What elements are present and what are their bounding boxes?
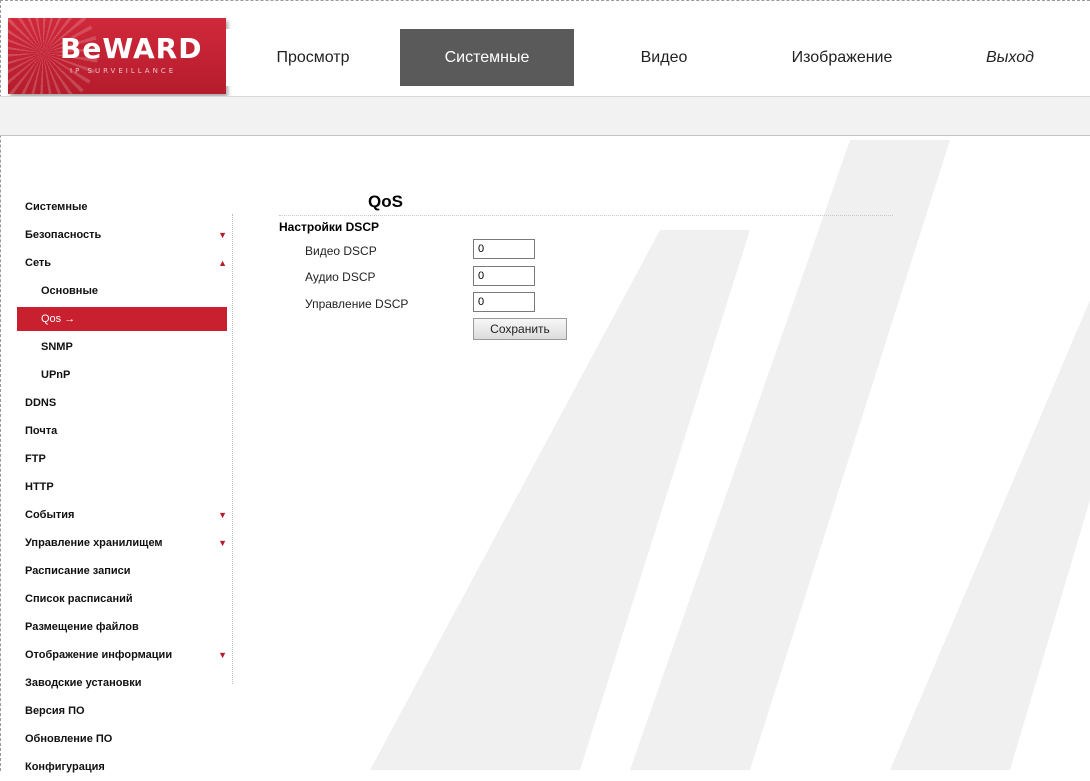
sidebar-item-label: Почта	[25, 425, 58, 437]
collapse-up-icon: ▲	[218, 258, 227, 268]
sidebar-item-label: Управление хранилищем	[25, 537, 163, 549]
expand-down-icon: ▼	[218, 538, 227, 548]
sidebar-item-label: FTP	[25, 453, 46, 465]
sidebar-item-label: Сеть	[25, 257, 52, 269]
sidebar-item-factory-reset[interactable]: Заводские установки	[17, 669, 227, 697]
section-heading: Настройки DSCP	[279, 220, 379, 234]
sidebar-item-label: Безопасность	[25, 229, 102, 241]
sidebar-item-snmp[interactable]: SNMP	[17, 333, 227, 361]
sidebar-item-label: Qos	[41, 313, 62, 325]
sidebar-item-label: Основные	[41, 285, 98, 297]
sidebar-item-label: Расписание записи	[25, 565, 131, 577]
logo-subtitle: IP SURVEILLANCE	[70, 67, 177, 75]
nav-video[interactable]: Видео	[574, 29, 754, 86]
sidebar-item-ftp[interactable]: FTP	[17, 445, 227, 473]
expand-down-icon: ▼	[218, 510, 227, 520]
nav-image[interactable]: Изображение	[754, 29, 930, 86]
sidebar-item-schedule-list[interactable]: Список расписаний	[17, 585, 227, 613]
sidebar-item-qos[interactable]: Qos →	[17, 307, 227, 331]
sidebar-item-record-schedule[interactable]: Расписание записи	[17, 557, 227, 585]
sidebar-item-upnp[interactable]: UPnP	[17, 361, 227, 389]
audio-dscp-input[interactable]	[473, 266, 535, 286]
audio-dscp-label: Аудио DSCP	[305, 270, 376, 284]
sidebar-item-label: Список расписаний	[25, 593, 133, 605]
top-nav: Просмотр Системные Видео Изображение Вых…	[226, 29, 1090, 86]
sidebar-item-label: SNMP	[41, 341, 73, 353]
sidebar-item-label: Размещение файлов	[25, 621, 139, 633]
sidebar-item-firmware-update[interactable]: Обновление ПО	[17, 725, 227, 753]
nav-view[interactable]: Просмотр	[226, 29, 400, 86]
header-bar	[0, 96, 1090, 136]
sidebar-item-storage[interactable]: Управление хранилищем ▼	[17, 529, 227, 557]
sidebar-item-basic[interactable]: Основные	[17, 277, 227, 305]
expand-down-icon: ▼	[218, 650, 227, 660]
arrow-right-icon: →	[64, 313, 76, 325]
beward-logo: BeWARD IP SURVEILLANCE	[8, 18, 226, 94]
sidebar-item-mail[interactable]: Почта	[17, 417, 227, 445]
sidebar-item-info-display[interactable]: Отображение информации ▼	[17, 641, 227, 669]
sidebar-item-http[interactable]: HTTP	[17, 473, 227, 501]
sidebar-item-configuration[interactable]: Конфигурация	[17, 753, 227, 781]
nav-logout[interactable]: Выход	[930, 29, 1090, 86]
control-dscp-input[interactable]	[473, 292, 535, 312]
sidebar-item-label: Отображение информации	[25, 649, 173, 661]
sidebar-item-label: DDNS	[25, 397, 57, 409]
sidebar-menu: Системные Безопасность ▼ Сеть ▲ Основные Q…	[17, 193, 227, 781]
sidebar-item-label: События	[25, 509, 75, 521]
save-button[interactable]: Сохранить	[473, 318, 567, 340]
sidebar-item-label: Заводские установки	[25, 677, 142, 689]
expand-down-icon: ▼	[218, 230, 227, 240]
sidebar-item-ddns[interactable]: DDNS	[17, 389, 227, 417]
nav-system[interactable]: Системные	[400, 29, 574, 86]
sidebar-item-security[interactable]: Безопасность ▼	[17, 221, 227, 249]
title-divider	[279, 215, 893, 216]
sidebar-item-label: Системные	[25, 201, 88, 213]
sidebar-item-label: Обновление ПО	[25, 733, 113, 745]
video-dscp-label: Видео DSCP	[305, 244, 377, 258]
sidebar-item-label: UPnP	[41, 369, 71, 381]
video-dscp-input[interactable]	[473, 239, 535, 259]
sidebar-item-label: Версия ПО	[25, 705, 85, 717]
logo-text: BeWARD	[60, 32, 203, 65]
page-title: QoS	[368, 192, 403, 211]
control-dscp-label: Управление DSCP	[305, 297, 409, 311]
sidebar-item-events[interactable]: События ▼	[17, 501, 227, 529]
sidebar-divider	[232, 214, 233, 684]
sidebar-item-firmware-version[interactable]: Версия ПО	[17, 697, 227, 725]
header: BeWARD IP SURVEILLANCE Просмотр Системны…	[0, 0, 1090, 140]
sidebar-item-label: HTTP	[25, 481, 54, 493]
sidebar-item-network[interactable]: Сеть ▲	[17, 249, 227, 277]
sidebar-item-label: Конфигурация	[25, 761, 105, 773]
sidebar-item-system[interactable]: Системные	[17, 193, 227, 221]
sidebar-item-file-location[interactable]: Размещение файлов	[17, 613, 227, 641]
